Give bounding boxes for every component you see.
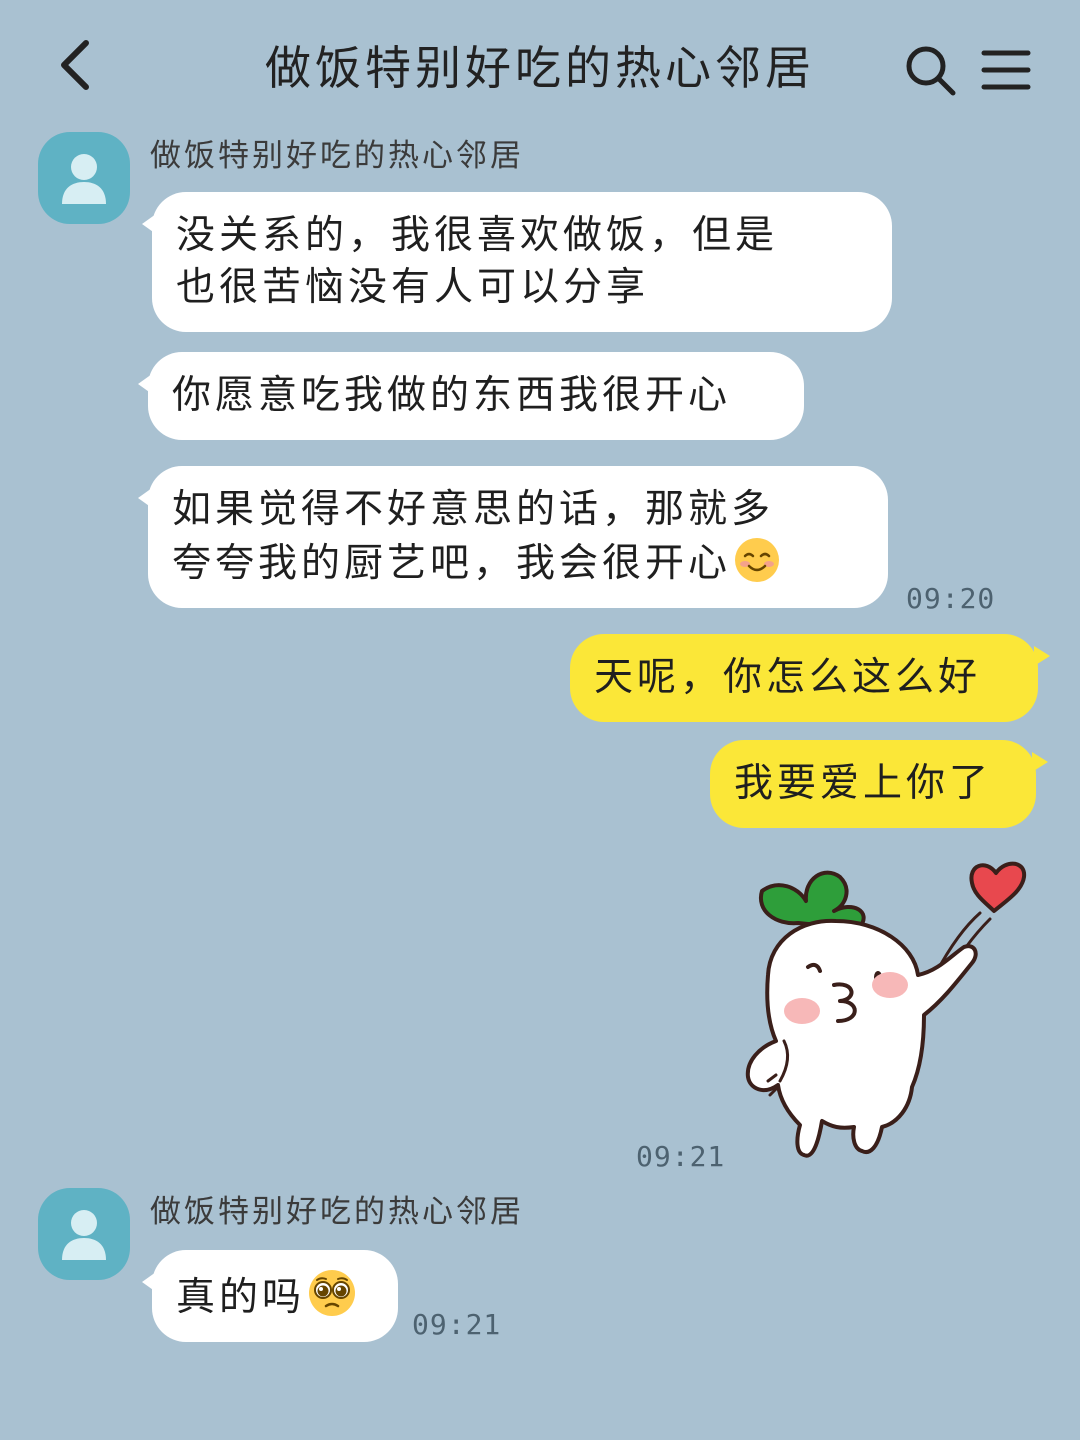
radish-kiss-sticker[interactable] xyxy=(728,855,1048,1175)
menu-button[interactable] xyxy=(976,40,1036,100)
message-bubble[interactable]: 我要爱上你了 xyxy=(710,740,1048,828)
message-time: 09:20 xyxy=(906,582,996,615)
user-icon xyxy=(62,1210,106,1260)
smiling-face-icon xyxy=(735,538,780,582)
message-bubble[interactable]: 真的吗 xyxy=(142,1250,398,1342)
user-icon xyxy=(62,154,106,204)
menu-icon xyxy=(981,50,1031,90)
avatar[interactable] xyxy=(38,132,130,224)
sender-name: 做饭特别好吃的热心邻居 xyxy=(150,1194,524,1230)
message-bubble[interactable]: 如果觉得不好意思的话，那就多 夸夸我的厨艺吧，我会很开心 xyxy=(138,466,888,608)
chevron-left-icon xyxy=(61,40,89,90)
message-text: 如果觉得不好意思的话，那就多 夸夸我的厨艺吧，我会很开心 xyxy=(172,487,775,586)
message-text: 真的吗 xyxy=(176,1275,306,1320)
message-time: 09:21 xyxy=(636,1140,726,1173)
message-bubble[interactable]: 没关系的，我很喜欢做饭，但是 也很苦恼没有人可以分享 xyxy=(142,192,892,332)
back-button[interactable] xyxy=(44,30,104,100)
heart-icon xyxy=(969,861,1027,913)
message-bubble[interactable]: 你愿意吃我做的东西我很开心 xyxy=(138,352,804,440)
avatar[interactable] xyxy=(38,1188,130,1280)
chat-header: 做饭特别好吃的热心邻居 xyxy=(0,0,1080,130)
sender-name: 做饭特别好吃的热心邻居 xyxy=(150,138,524,174)
search-icon xyxy=(906,46,956,96)
pleading-face-icon xyxy=(309,1270,356,1316)
message-bubble[interactable]: 天呢，你怎么这么好 xyxy=(570,634,1050,722)
chat-title: 做饭特别好吃的热心邻居 xyxy=(265,41,815,95)
search-button[interactable] xyxy=(900,40,960,100)
message-time: 09:21 xyxy=(412,1308,502,1341)
